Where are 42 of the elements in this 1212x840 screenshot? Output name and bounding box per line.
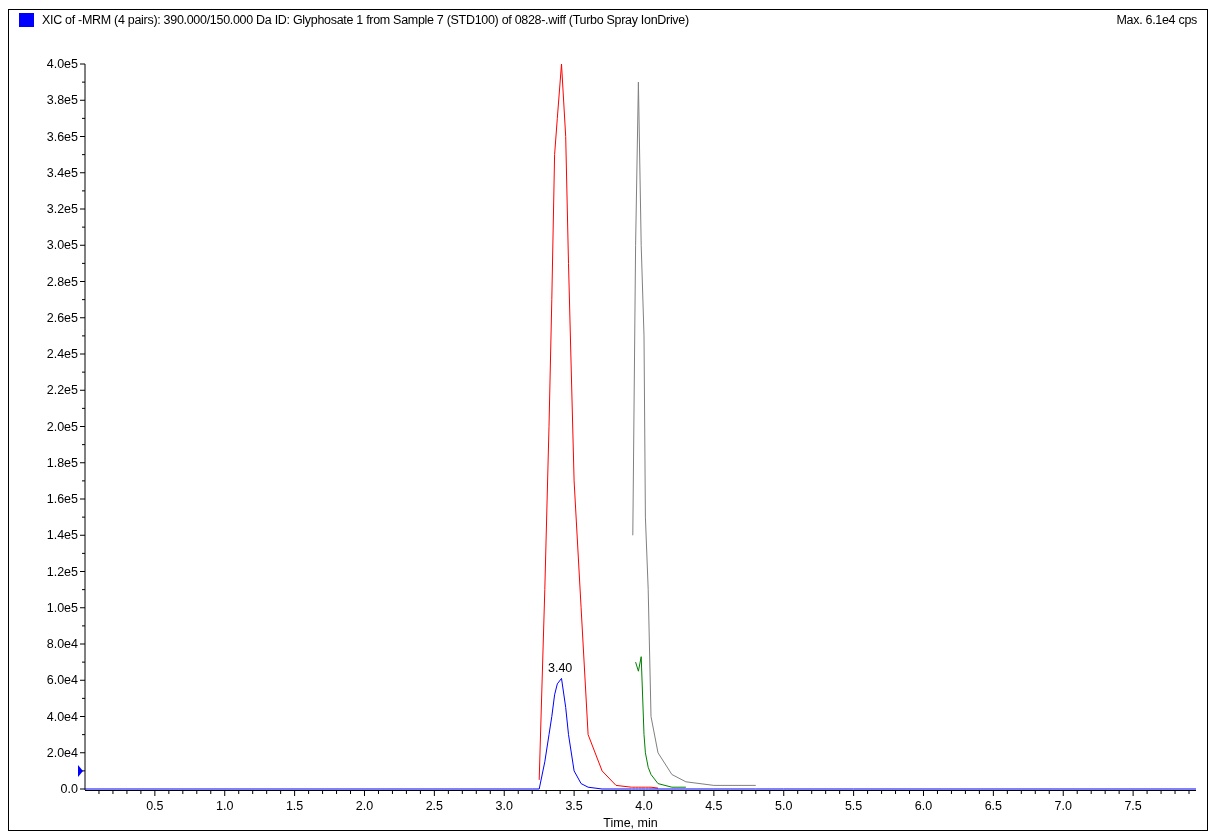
- y-tick-label: 0.0: [60, 782, 78, 796]
- y-tick-label: 3.0e5: [46, 238, 78, 253]
- x-tick-label: 5.5: [844, 799, 863, 813]
- x-axis-label: Time, min: [603, 816, 658, 829]
- y-tick-label: 2.0e5: [46, 419, 78, 434]
- y-tick-label: 1.8e5: [46, 455, 78, 470]
- marker-icon[interactable]: [78, 764, 83, 777]
- x-tick-label: 2.5: [425, 799, 444, 813]
- y-tick-label: 3.8e5: [46, 93, 78, 108]
- x-tick-label: 1.0: [216, 799, 234, 813]
- x-tick-label: 4.5: [705, 799, 723, 813]
- y-tick-label: 1.0e5: [46, 600, 78, 615]
- chart-title: XIC of -MRM (4 pairs): 390.000/150.000 Da ID: Glyphosate 1 from Sample 7 (STD100) of 0828-.wiff (Turbo Spray IonDrive): [42, 13, 690, 27]
- y-tick-label: 1.2e5: [46, 564, 78, 579]
- x-tick-label: 7.5: [1124, 799, 1142, 813]
- max-intensity: Max. 6.1e4 cps: [1116, 13, 1197, 27]
- x-tick-label: 7.0: [1054, 799, 1072, 813]
- peak-label: 3.40: [547, 661, 573, 676]
- y-tick-label: 2.0e4: [46, 745, 78, 760]
- y-tick-label: 2.4e5: [46, 347, 78, 361]
- y-tick-label: 2.6e5: [46, 310, 78, 325]
- y-tick-label: 4.0e5: [46, 57, 78, 71]
- y-tick-label: 3.4e5: [46, 165, 78, 180]
- x-tick-label: 2.0: [355, 799, 374, 813]
- y-tick-label: 3.2e5: [46, 202, 78, 216]
- x-tick-label: 5.0: [775, 799, 793, 813]
- x-tick-label: 1.5: [285, 799, 304, 813]
- x-tick-label: 3.5: [565, 799, 583, 813]
- y-tick-label: 2.2e5: [46, 383, 78, 398]
- x-tick-label: 6.5: [984, 799, 1003, 813]
- y-tick-label: 1.4e5: [46, 528, 78, 543]
- y-tick-label: 8.0e4: [46, 637, 78, 651]
- y-tick-label: 4.0e4: [46, 709, 78, 724]
- x-tick-label: 3.0: [495, 799, 513, 813]
- legend-swatch-icon: [19, 13, 34, 27]
- y-tick-label: 3.6e5: [46, 129, 78, 144]
- y-tick-label: 1.6e5: [46, 492, 78, 506]
- x-tick-label: 4.0: [635, 799, 653, 813]
- y-tick-label: 6.0e4: [46, 673, 78, 688]
- x-tick-label: 0.5: [146, 799, 164, 813]
- y-tick-label: 2.8e5: [46, 274, 78, 289]
- x-tick-label: 6.0: [914, 799, 933, 813]
